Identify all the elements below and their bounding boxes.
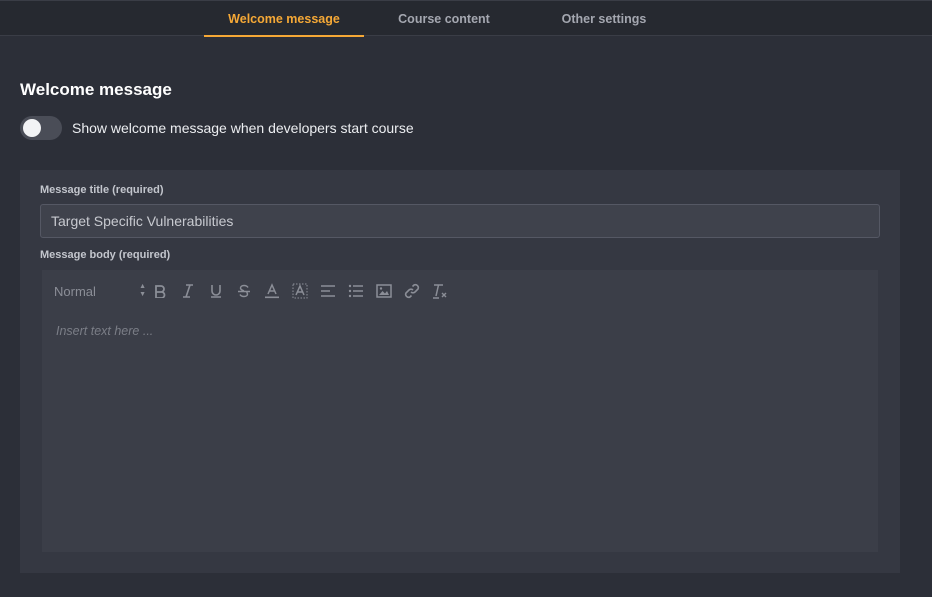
message-body-label: Message body (required) [40,249,171,261]
align-button[interactable] [314,277,342,305]
background-color-button[interactable] [286,277,314,305]
text-color-icon [264,283,280,299]
format-select-value: Normal [54,283,96,299]
message-title-input[interactable] [40,204,880,238]
message-panel: Message title (required) Message body (r… [20,170,900,573]
bold-icon [153,284,167,298]
tab-welcome-message[interactable]: Welcome message [204,1,364,37]
message-body-editor[interactable]: Normal ▲ ▼ Insert text here ... [42,270,878,552]
message-title-label: Message title (required) [40,184,164,196]
section-title: Welcome message [20,80,172,99]
link-icon [404,283,420,299]
image-button[interactable] [370,277,398,305]
toggle-knob [23,119,41,137]
link-button[interactable] [398,277,426,305]
tab-other-settings[interactable]: Other settings [524,1,684,36]
toggle-label: Show welcome message when developers sta… [72,120,414,136]
text-color-button[interactable] [258,277,286,305]
strikethrough-button[interactable] [230,277,258,305]
clear-format-icon [432,283,448,299]
strikethrough-icon [237,284,251,298]
format-select[interactable]: Normal ▲ ▼ [54,280,146,302]
body-placeholder: Insert text here ... [56,324,154,338]
tab-course-content[interactable]: Course content [364,1,524,36]
underline-button[interactable] [202,277,230,305]
bold-button[interactable] [146,277,174,305]
italic-icon [181,284,195,298]
image-icon [376,284,392,298]
clear-format-button[interactable] [426,277,454,305]
italic-button[interactable] [174,277,202,305]
bullet-list-button[interactable] [342,277,370,305]
underline-icon [209,284,223,298]
welcome-message-toggle[interactable] [20,116,62,140]
bullet-list-icon [348,284,364,298]
align-icon [320,284,336,298]
chevron-updown-icon: ▲ ▼ [139,283,146,298]
editor-toolbar: Normal ▲ ▼ [42,270,878,312]
background-color-icon [292,283,308,299]
tab-bar: Welcome message Course content Other set… [0,0,932,37]
welcome-toggle-row: Show welcome message when developers sta… [20,116,414,140]
